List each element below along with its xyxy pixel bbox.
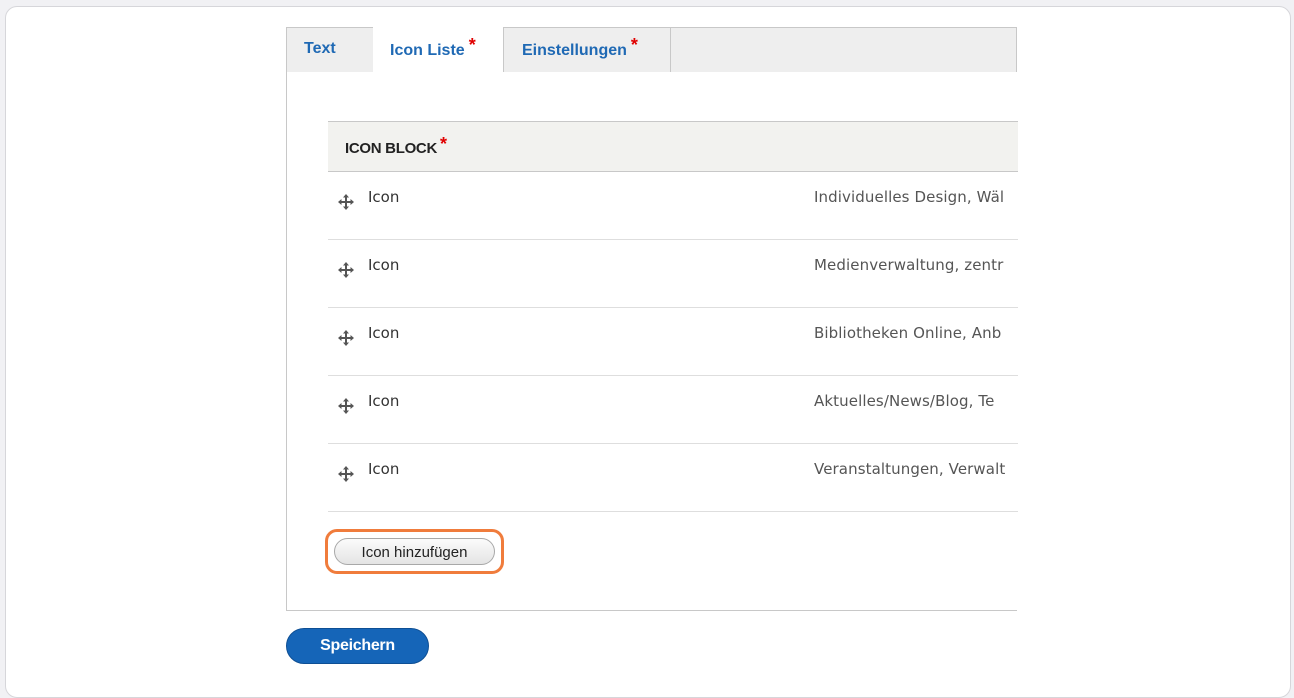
required-marker: * [440, 134, 447, 154]
drag-handle-icon[interactable] [337, 465, 355, 483]
icon-block-table-header: ICON BLOCK * [328, 121, 1018, 172]
tab-panel-icon-liste: ICON BLOCK * Icon Individuelles Design, W… [286, 72, 1018, 611]
tab-text-label: Text [304, 40, 336, 57]
row-label: Icon [368, 324, 400, 342]
row-label: Icon [368, 188, 400, 206]
tab-einstellungen[interactable]: Einstellungen * [503, 27, 671, 73]
drag-handle-icon[interactable] [337, 261, 355, 279]
tab-icon-liste-label: Icon Liste [390, 42, 465, 59]
table-row: Icon Individuelles Design, Wäl [328, 172, 1018, 240]
row-summary: Medienverwaltung, zentr [814, 256, 1004, 274]
add-button-highlight: Icon hinzufügen [325, 529, 504, 574]
screenshot-frame: Text Icon Liste * Einstellungen * ICON BLO… [5, 6, 1291, 698]
page-content: Text Icon Liste * Einstellungen * ICON BLO… [6, 7, 1290, 697]
row-label: Icon [368, 256, 400, 274]
row-summary: Veranstaltungen, Verwalt [814, 460, 1006, 478]
icon-block-heading-text: ICON BLOCK [345, 140, 437, 157]
table-row: Icon Bibliotheken Online, Anb [328, 308, 1018, 376]
required-marker: * [630, 35, 638, 55]
save-button[interactable]: Speichern [286, 628, 429, 664]
add-icon-button[interactable]: Icon hinzufügen [334, 538, 495, 565]
drag-handle-icon[interactable] [337, 193, 355, 211]
tab-text[interactable]: Text [287, 27, 374, 73]
icon-block-heading: ICON BLOCK * [345, 134, 447, 158]
row-summary: Individuelles Design, Wäl [814, 188, 1005, 206]
tab-einstellungen-label: Einstellungen [522, 42, 627, 59]
tab-bar: Text Icon Liste * Einstellungen * [286, 27, 1017, 74]
required-marker: * [468, 35, 476, 55]
row-label: Icon [368, 460, 400, 478]
tab-icon-liste[interactable]: Icon Liste * [373, 27, 504, 74]
row-summary: Bibliotheken Online, Anb [814, 324, 1002, 342]
table-row: Icon Veranstaltungen, Verwalt [328, 444, 1018, 512]
table-row: Icon Aktuelles/News/Blog, Te [328, 376, 1018, 444]
drag-handle-icon[interactable] [337, 397, 355, 415]
row-summary: Aktuelles/News/Blog, Te [814, 392, 995, 410]
table-row: Icon Medienverwaltung, zentr [328, 240, 1018, 308]
row-label: Icon [368, 392, 400, 410]
drag-handle-icon[interactable] [337, 329, 355, 347]
